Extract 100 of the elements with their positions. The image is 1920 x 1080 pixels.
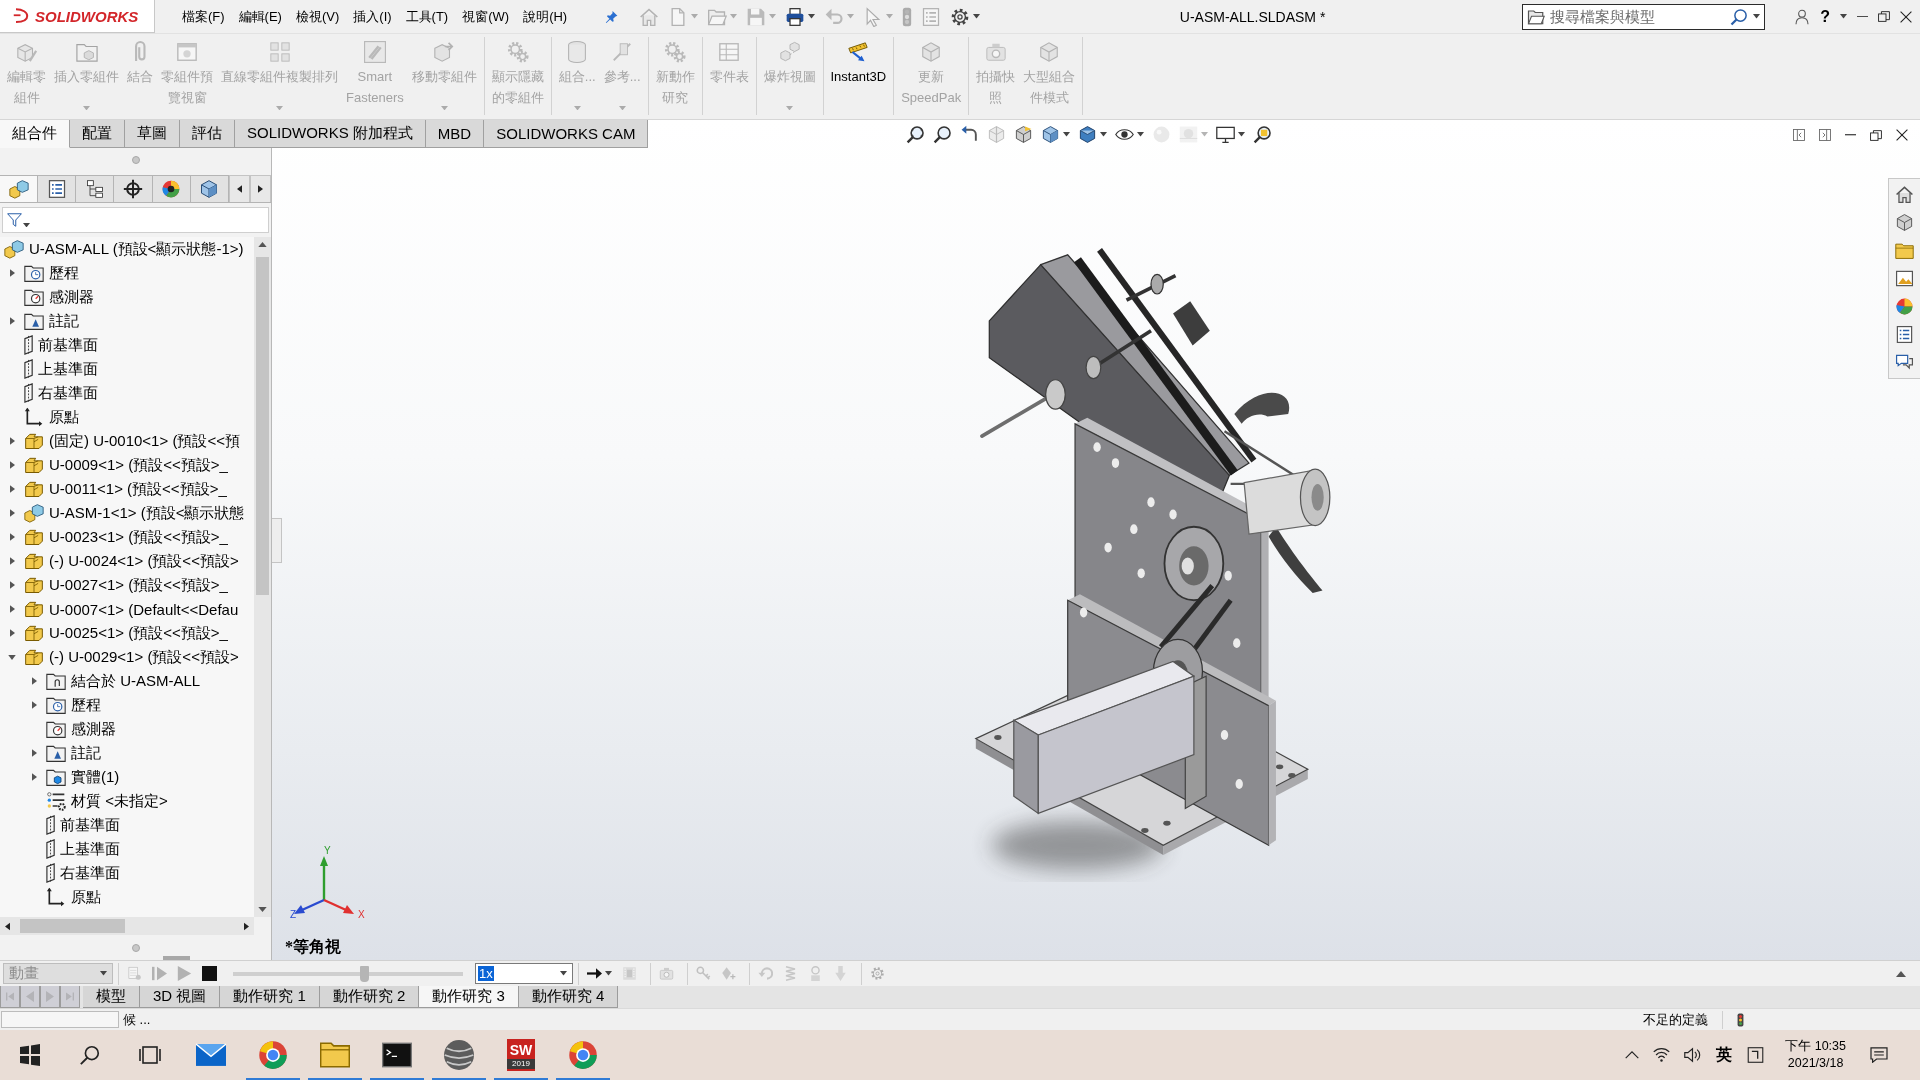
caret-right-icon[interactable]	[9, 557, 15, 565]
help-button[interactable]: ?	[1820, 7, 1830, 26]
caret-right-icon[interactable]	[9, 485, 15, 493]
tree-item[interactable]: U-ASM-1<1> (預設<顯示狀態	[24, 503, 245, 523]
tree-item[interactable]: (-) U-0024<1> (預設<<預設>	[24, 551, 239, 571]
tree-item[interactable]: 歷程	[46, 695, 101, 715]
ribbon-tab[interactable]: SOLIDWORKS CAM	[484, 120, 649, 148]
tree-item[interactable]: U-0023<1> (預設<<預設>_	[24, 527, 228, 547]
home-button[interactable]	[1895, 185, 1914, 204]
explorer-button[interactable]	[1895, 241, 1914, 260]
slider-thumb[interactable]	[360, 965, 370, 982]
study-tab[interactable]: 模型	[83, 986, 140, 1008]
panel-left-icon[interactable]	[1793, 129, 1805, 141]
speaker-icon[interactable]	[1684, 1047, 1702, 1063]
ribbon-tab[interactable]: 草圖	[125, 120, 180, 148]
playback-speed-dropdown[interactable]: 1x	[475, 963, 573, 984]
tree-item[interactable]: 上基準面	[46, 839, 121, 859]
menu-item[interactable]: 工具(T)	[398, 3, 456, 30]
tree-item[interactable]: U-0009<1> (預設<<預設>_	[24, 455, 228, 475]
caret-right-icon[interactable]	[9, 629, 15, 637]
restore-icon[interactable]	[1878, 11, 1890, 22]
tree-item[interactable]: 實體(1)	[46, 767, 120, 787]
cam-tab[interactable]	[190, 175, 229, 202]
configurations-tab[interactable]	[76, 175, 115, 202]
tree-item[interactable]: 感測器	[24, 287, 94, 307]
caret-right-icon[interactable]	[244, 921, 249, 931]
splitter-handle[interactable]	[163, 956, 190, 960]
pin-icon[interactable]	[604, 9, 619, 24]
appearances-button[interactable]	[1895, 297, 1914, 316]
zoom-selection-button[interactable]	[1252, 124, 1273, 145]
ribbon-tab[interactable]: 配置	[70, 120, 125, 148]
view-orientation-button[interactable]	[1040, 124, 1071, 145]
caret-right-icon[interactable]	[31, 749, 37, 757]
zoom-fit-button[interactable]	[905, 124, 926, 145]
tree-item[interactable]: 結合於 U-ASM-ALL	[46, 671, 201, 691]
assembly-model-drawing[interactable]	[974, 248, 1331, 870]
instant3d-button[interactable]: Instant3D	[826, 37, 891, 115]
caret-right-icon[interactable]	[9, 605, 15, 613]
tree-item[interactable]: U-0011<1> (預設<<預設>_	[24, 479, 227, 499]
forum-button[interactable]	[1895, 353, 1914, 372]
menu-item[interactable]: 檔案(F)	[175, 3, 232, 30]
tree-item[interactable]: 註記	[24, 311, 79, 331]
minimize-icon[interactable]	[1845, 134, 1856, 136]
study-tab[interactable]: 動作研究 2	[319, 986, 420, 1008]
tree-item[interactable]: 上基準面	[24, 359, 99, 379]
ribbon-tab[interactable]: 評估	[180, 120, 235, 148]
search-field[interactable]: 搜尋檔案與模型	[1522, 3, 1765, 30]
tree-item[interactable]: 前基準面	[24, 335, 99, 355]
input-language-button[interactable]: 英	[1708, 1044, 1741, 1066]
tree-item[interactable]: 右基準面	[24, 383, 99, 403]
tree-item[interactable]: 歷程	[24, 263, 79, 283]
content-button[interactable]	[1895, 213, 1914, 232]
caret-icon[interactable]	[1840, 14, 1847, 19]
traffic-light-icon[interactable]	[1737, 1012, 1744, 1027]
tree-item[interactable]: 前基準面	[46, 815, 121, 835]
menu-item[interactable]: 視窗(W)	[455, 3, 517, 30]
dimxpert-tab[interactable]	[114, 175, 153, 202]
caret-down-icon[interactable]	[258, 907, 267, 912]
caret-right-icon[interactable]	[31, 677, 37, 685]
tree-item[interactable]: 材質 <未指定>	[46, 791, 168, 811]
tree-item[interactable]: (-) U-0029<1> (預設<<預設>	[24, 647, 239, 667]
panel-right-icon[interactable]	[1819, 129, 1831, 141]
close-icon[interactable]	[1900, 10, 1912, 23]
caret-right-icon[interactable]	[9, 509, 15, 517]
wifi-icon[interactable]	[1653, 1047, 1671, 1063]
caret-right-icon[interactable]	[9, 581, 15, 589]
resize-handle[interactable]	[131, 156, 140, 164]
close-icon[interactable]	[1896, 129, 1908, 141]
tree-item[interactable]: (固定) U-0010<1> (預設<<預	[24, 431, 240, 451]
caret-up-icon[interactable]	[258, 242, 267, 247]
properties-button[interactable]	[1895, 325, 1914, 344]
caret-right-icon[interactable]	[9, 461, 15, 469]
caret-down-icon[interactable]	[8, 654, 16, 660]
tree-item[interactable]: 右基準面	[46, 863, 121, 883]
caret-right-icon[interactable]	[9, 317, 15, 325]
feature-tree-tab[interactable]	[0, 175, 39, 202]
tab-scroll-right-button[interactable]	[250, 175, 272, 202]
filter-field[interactable]	[2, 207, 269, 233]
caret-up-icon[interactable]	[1896, 970, 1906, 977]
ribbon-tab[interactable]: SOLIDWORKS 附加程式	[235, 120, 426, 148]
caret-right-icon[interactable]	[31, 773, 37, 781]
properties-tab[interactable]	[38, 175, 77, 202]
menu-item[interactable]: 檢視(V)	[288, 3, 347, 30]
palette-button[interactable]	[1895, 269, 1914, 288]
tree-item[interactable]: 註記	[46, 743, 101, 763]
minimize-icon[interactable]	[1857, 15, 1868, 18]
resize-handle[interactable]	[131, 943, 140, 952]
display-tab[interactable]	[152, 175, 191, 202]
tree-item[interactable]: 原點	[46, 887, 101, 907]
display-style-button[interactable]	[1077, 124, 1108, 145]
view-settings-button[interactable]	[1215, 124, 1246, 145]
tree-item[interactable]: 感測器	[46, 719, 116, 739]
tab-scroll-left-button[interactable]	[228, 175, 250, 202]
tree-item[interactable]: U-ASM-ALL (預設<顯示狀態-1>)	[4, 239, 244, 259]
tree-item[interactable]: U-0025<1> (預設<<預設>_	[24, 623, 228, 643]
horizontal-scrollbar[interactable]	[0, 917, 254, 935]
tree-item[interactable]: U-0007<1> (Default<<Defau	[24, 599, 239, 619]
scrollbar-thumb[interactable]	[256, 257, 269, 595]
tree-item[interactable]: 原點	[24, 407, 79, 427]
menu-item[interactable]: 說明(H)	[516, 3, 575, 30]
